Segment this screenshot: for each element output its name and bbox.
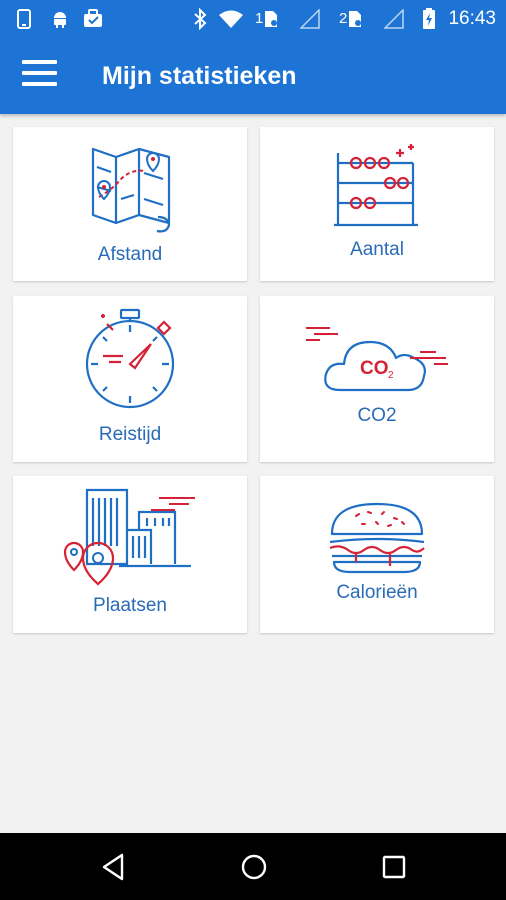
tile-label: Calorieën (336, 582, 418, 603)
map-route-icon (13, 139, 247, 239)
tile-plaatsen[interactable]: Plaatsen (13, 476, 247, 633)
city-location-icon (13, 486, 247, 586)
navigation-bar (0, 833, 506, 900)
signal-icon (300, 0, 320, 37)
tile-label: Plaatsen (93, 595, 167, 616)
sim1-label: 1 (255, 10, 264, 27)
status-bar: 1 2 16:43 (0, 0, 506, 37)
signal-icon (384, 0, 404, 37)
co2-cloud-icon: CO 2 (260, 312, 494, 412)
tile-afstand[interactable]: Afstand (13, 127, 247, 281)
tile-calorieen[interactable]: Calorieën (260, 476, 494, 633)
home-icon[interactable] (236, 849, 272, 885)
tile-reistijd[interactable]: Reistijd (13, 296, 247, 462)
sim2-label: 2 (339, 10, 348, 27)
briefcase-icon (82, 0, 104, 37)
hamburger-menu-icon[interactable] (22, 57, 58, 93)
phone-notification-icon (16, 0, 32, 37)
burger-icon (260, 496, 494, 596)
wifi-icon (218, 0, 244, 37)
co2-subscript: 2 (388, 370, 394, 381)
back-icon[interactable] (96, 849, 132, 885)
abacus-icon (260, 139, 494, 239)
recents-icon[interactable] (376, 849, 412, 885)
status-time: 16:43 (448, 8, 496, 29)
stopwatch-icon (13, 306, 247, 418)
tile-label: Afstand (97, 244, 163, 265)
battery-charging-icon (422, 0, 436, 37)
co2-text: CO (360, 358, 389, 379)
android-icon (50, 0, 70, 37)
page-title: Mijn statistieken (102, 62, 297, 90)
app-bar: Mijn statistieken (0, 37, 506, 114)
tile-co2[interactable]: CO 2 CO2 (260, 296, 494, 462)
tile-aantal[interactable]: Aantal (260, 127, 494, 281)
sim2-icon: 2 (339, 0, 362, 37)
tile-label: CO2 (357, 405, 397, 426)
sim1-icon: 1 (255, 0, 278, 37)
bluetooth-icon (193, 0, 207, 37)
tile-label: Aantal (350, 239, 404, 260)
tile-label: Reistijd (98, 424, 162, 445)
